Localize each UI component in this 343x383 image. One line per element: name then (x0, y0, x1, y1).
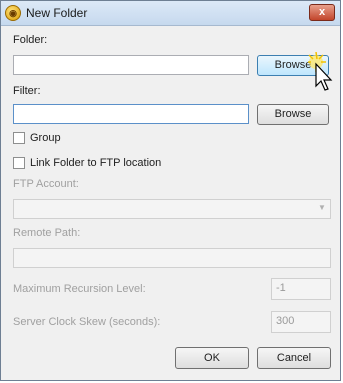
clock-skew-input[interactable]: 300 (271, 311, 331, 333)
group-label: Group (30, 132, 61, 144)
filter-label: Filter: (13, 85, 41, 97)
folder-label: Folder: (13, 34, 48, 46)
max-recursion-input[interactable]: -1 (271, 278, 331, 300)
group-checkbox[interactable] (13, 132, 25, 144)
title-bar[interactable]: ◉ New Folder x (1, 1, 340, 26)
window-title: New Folder (26, 6, 88, 20)
folder-input[interactable] (13, 55, 249, 75)
link-ftp-checkbox[interactable] (13, 157, 25, 169)
close-button[interactable]: x (309, 4, 335, 21)
app-icon: ◉ (5, 5, 21, 21)
ok-button[interactable]: OK (175, 347, 249, 369)
mouse-cursor-icon (308, 52, 333, 91)
filter-browse-button[interactable]: Browse (257, 104, 329, 125)
new-folder-dialog: ◉ New Folder x Folder: Browse Filter: Br… (0, 0, 341, 381)
max-recursion-label: Maximum Recursion Level: (13, 283, 146, 295)
remote-path-label: Remote Path: (13, 227, 81, 239)
chevron-down-icon: ▼ (318, 203, 326, 212)
ftp-account-select[interactable] (13, 199, 331, 219)
filter-input[interactable] (13, 104, 249, 124)
clock-skew-label: Server Clock Skew (seconds): (13, 316, 161, 328)
link-ftp-label: Link Folder to FTP location (30, 157, 162, 169)
ftp-account-label: FTP Account: (13, 178, 79, 190)
cancel-button[interactable]: Cancel (257, 347, 331, 369)
remote-path-input[interactable] (13, 248, 331, 268)
